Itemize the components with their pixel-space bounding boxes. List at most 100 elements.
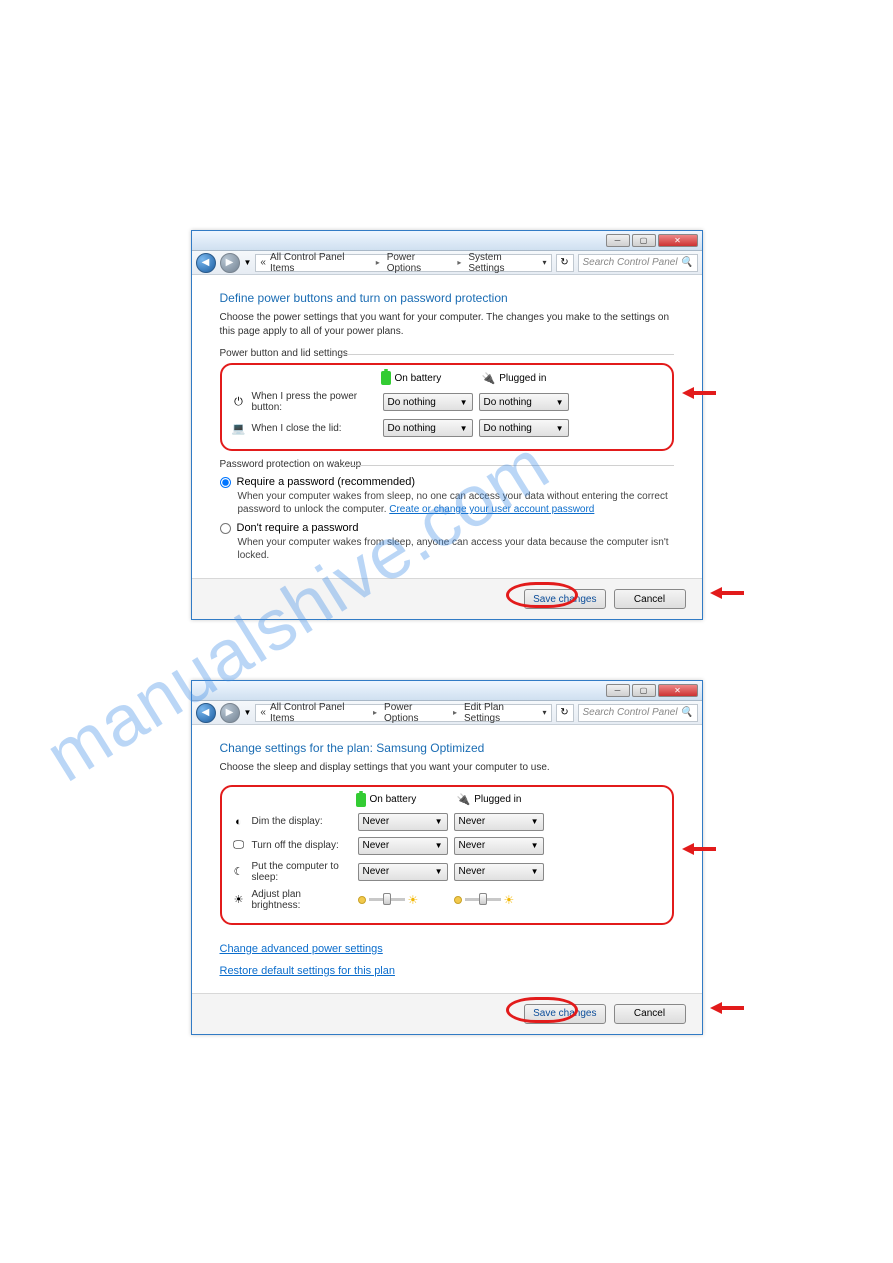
turnoff-display-battery-dropdown[interactable]: Never▼ bbox=[358, 837, 448, 855]
sleep-label: Put the computer to sleep: bbox=[252, 861, 352, 883]
power-button-icon: ⏻ bbox=[230, 393, 248, 411]
breadcrumb-item[interactable]: Power Options bbox=[384, 702, 446, 724]
annotation-arrow bbox=[682, 387, 716, 399]
on-battery-header: On battery bbox=[395, 373, 442, 384]
breadcrumb-dropdown-icon[interactable]: ▾ bbox=[542, 708, 546, 717]
highlight-box: On battery 🔌Plugged in ◐ Dim the display… bbox=[220, 785, 674, 925]
close-lid-plugged-dropdown[interactable]: Do nothing▼ bbox=[479, 419, 569, 437]
back-button[interactable]: ◀ bbox=[196, 703, 216, 723]
content-area: Define power buttons and turn on passwor… bbox=[192, 275, 702, 578]
window-system-settings: ─ ▢ ✕ ◀ ▶ ▼ « All Control Panel Items Po… bbox=[191, 230, 703, 620]
annotation-arrow bbox=[710, 587, 744, 599]
close-button[interactable]: ✕ bbox=[658, 684, 698, 697]
maximize-button[interactable]: ▢ bbox=[632, 234, 656, 247]
breadcrumb-item[interactable]: System Settings bbox=[468, 252, 538, 274]
refresh-button[interactable]: ↻ bbox=[556, 704, 574, 722]
annotation-arrow bbox=[682, 843, 716, 855]
chevron-down-icon: ▼ bbox=[460, 424, 468, 433]
highlight-box: On battery 🔌Plugged in ⏻ When I press th… bbox=[220, 363, 674, 451]
sleep-battery-dropdown[interactable]: Never▼ bbox=[358, 863, 448, 881]
brightness-plugged-slider[interactable]: ☀ bbox=[454, 893, 544, 907]
power-button-plugged-dropdown[interactable]: Do nothing▼ bbox=[479, 393, 569, 411]
chevron-down-icon: ▼ bbox=[435, 867, 443, 876]
minimize-button[interactable]: ─ bbox=[606, 684, 630, 697]
page-description: Choose the power settings that you want … bbox=[220, 311, 674, 338]
search-placeholder: Search Control Panel bbox=[583, 257, 678, 268]
forward-button[interactable]: ▶ bbox=[220, 253, 240, 273]
forward-button[interactable]: ▶ bbox=[220, 703, 240, 723]
power-button-battery-dropdown[interactable]: Do nothing▼ bbox=[383, 393, 473, 411]
sleep-icon: ☾ bbox=[230, 863, 248, 881]
battery-icon bbox=[356, 793, 366, 807]
search-input[interactable]: Search Control Panel 🔍 bbox=[578, 704, 698, 722]
breadcrumb-item[interactable]: Edit Plan Settings bbox=[464, 702, 539, 724]
brightness-high-icon: ☀ bbox=[504, 893, 515, 907]
breadcrumb[interactable]: « All Control Panel Items Power Options … bbox=[255, 254, 551, 272]
breadcrumb-prefix: « bbox=[260, 257, 266, 268]
save-changes-button[interactable]: Save changes bbox=[524, 589, 605, 609]
breadcrumb[interactable]: « All Control Panel Items Power Options … bbox=[255, 704, 551, 722]
back-button[interactable]: ◀ bbox=[196, 253, 216, 273]
close-lid-battery-dropdown[interactable]: Do nothing▼ bbox=[383, 419, 473, 437]
history-dropdown-icon[interactable]: ▼ bbox=[244, 258, 252, 267]
search-icon: 🔍 bbox=[680, 257, 692, 268]
dim-display-battery-dropdown[interactable]: Never▼ bbox=[358, 813, 448, 831]
close-button[interactable]: ✕ bbox=[658, 234, 698, 247]
advanced-settings-link[interactable]: Change advanced power settings bbox=[220, 943, 383, 955]
chevron-down-icon: ▼ bbox=[435, 817, 443, 826]
power-button-label: When I press the power button: bbox=[252, 391, 377, 413]
search-placeholder: Search Control Panel bbox=[583, 707, 678, 718]
navbar: ◀ ▶ ▼ « All Control Panel Items Power Op… bbox=[192, 701, 702, 725]
create-password-link[interactable]: Create or change your user account passw… bbox=[389, 504, 594, 515]
on-battery-header: On battery bbox=[370, 794, 417, 805]
require-password-desc: When your computer wakes from sleep, no … bbox=[238, 490, 674, 516]
window-edit-plan-settings: ─ ▢ ✕ ◀ ▶ ▼ « All Control Panel Items Po… bbox=[191, 680, 703, 1035]
battery-icon bbox=[381, 371, 391, 385]
minimize-button[interactable]: ─ bbox=[606, 234, 630, 247]
page-title: Change settings for the plan: Samsung Op… bbox=[220, 741, 674, 755]
require-password-radio[interactable] bbox=[220, 477, 231, 488]
no-password-desc: When your computer wakes from sleep, any… bbox=[238, 536, 674, 562]
chevron-down-icon: ▼ bbox=[435, 841, 443, 850]
content-area: Change settings for the plan: Samsung Op… bbox=[192, 725, 702, 993]
cancel-button[interactable]: Cancel bbox=[614, 589, 686, 609]
titlebar: ─ ▢ ✕ bbox=[192, 231, 702, 251]
chevron-down-icon: ▼ bbox=[556, 424, 564, 433]
breadcrumb-sep bbox=[450, 707, 460, 718]
navbar: ◀ ▶ ▼ « All Control Panel Items Power Op… bbox=[192, 251, 702, 275]
chevron-down-icon: ▼ bbox=[531, 841, 539, 850]
dim-display-icon: ◐ bbox=[230, 813, 248, 831]
history-dropdown-icon[interactable]: ▼ bbox=[244, 708, 252, 717]
plug-icon: 🔌 bbox=[482, 372, 496, 385]
turnoff-display-icon: 🖵 bbox=[230, 837, 248, 855]
turnoff-display-plugged-dropdown[interactable]: Never▼ bbox=[454, 837, 544, 855]
group-power-button-lid: Power button and lid settings bbox=[220, 348, 674, 359]
footer-buttons: Save changes Cancel bbox=[192, 578, 702, 619]
breadcrumb-item[interactable]: All Control Panel Items bbox=[270, 702, 366, 724]
require-password-label: Require a password (recommended) bbox=[237, 476, 416, 488]
brightness-icon: ☀ bbox=[230, 891, 248, 909]
footer-buttons: Save changes Cancel bbox=[192, 993, 702, 1034]
annotation-arrow bbox=[710, 1002, 744, 1014]
brightness-battery-slider[interactable]: ☀ bbox=[358, 893, 448, 907]
plugged-in-header: Plugged in bbox=[499, 373, 546, 384]
breadcrumb-dropdown-icon[interactable]: ▾ bbox=[542, 258, 546, 267]
titlebar: ─ ▢ ✕ bbox=[192, 681, 702, 701]
group-password-protection: Password protection on wakeup bbox=[220, 459, 674, 470]
search-input[interactable]: Search Control Panel 🔍 bbox=[578, 254, 698, 272]
sleep-plugged-dropdown[interactable]: Never▼ bbox=[454, 863, 544, 881]
breadcrumb-item[interactable]: Power Options bbox=[387, 252, 451, 274]
page-description: Choose the sleep and display settings th… bbox=[220, 761, 674, 775]
maximize-button[interactable]: ▢ bbox=[632, 684, 656, 697]
lid-icon: 💻 bbox=[230, 419, 248, 437]
no-password-label: Don't require a password bbox=[237, 522, 359, 534]
restore-defaults-link[interactable]: Restore default settings for this plan bbox=[220, 965, 395, 977]
breadcrumb-item[interactable]: All Control Panel Items bbox=[270, 252, 369, 274]
dim-display-label: Dim the display: bbox=[252, 816, 352, 827]
brightness-label: Adjust plan brightness: bbox=[252, 889, 352, 911]
dim-display-plugged-dropdown[interactable]: Never▼ bbox=[454, 813, 544, 831]
cancel-button[interactable]: Cancel bbox=[614, 1004, 686, 1024]
save-changes-button[interactable]: Save changes bbox=[524, 1004, 605, 1024]
refresh-button[interactable]: ↻ bbox=[556, 254, 574, 272]
no-password-radio[interactable] bbox=[220, 523, 231, 534]
